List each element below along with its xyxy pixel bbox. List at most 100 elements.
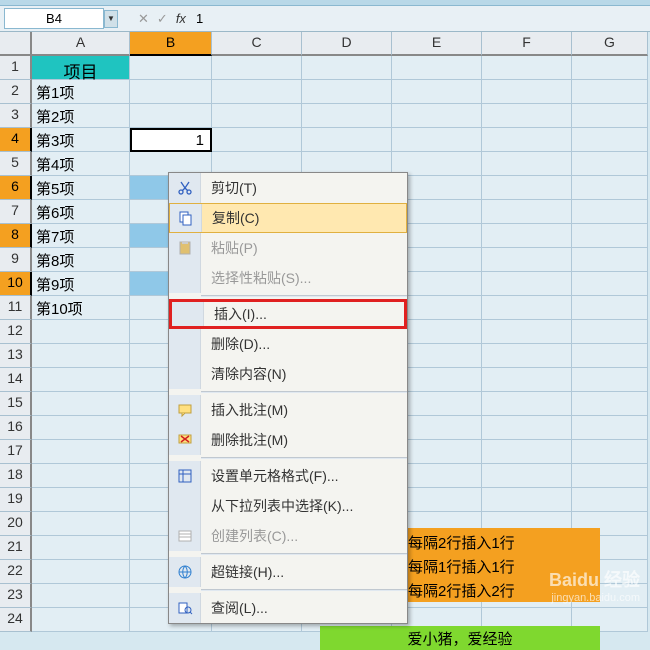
- menu-dropdown-list[interactable]: 从下拉列表中选择(K)...: [169, 491, 407, 521]
- cell[interactable]: 1: [130, 128, 212, 152]
- row-header[interactable]: 9: [0, 248, 32, 272]
- col-header-c[interactable]: C: [212, 32, 302, 56]
- cell[interactable]: [32, 560, 130, 584]
- cell[interactable]: [302, 56, 392, 80]
- cell[interactable]: [32, 584, 130, 608]
- cell[interactable]: [302, 104, 392, 128]
- fx-label[interactable]: fx: [176, 11, 186, 26]
- cell[interactable]: [212, 104, 302, 128]
- row-header[interactable]: 13: [0, 344, 32, 368]
- cell[interactable]: [482, 464, 572, 488]
- menu-lookup[interactable]: 查阅(L)...: [169, 593, 407, 623]
- cell[interactable]: [572, 344, 648, 368]
- cell[interactable]: [482, 440, 572, 464]
- cell[interactable]: [572, 56, 648, 80]
- row-header[interactable]: 5: [0, 152, 32, 176]
- row-header[interactable]: 14: [0, 368, 32, 392]
- cell[interactable]: [482, 56, 572, 80]
- cell[interactable]: [572, 368, 648, 392]
- formula-input[interactable]: [186, 9, 650, 28]
- row-header[interactable]: 21: [0, 536, 32, 560]
- row-header[interactable]: 24: [0, 608, 32, 632]
- cell[interactable]: [482, 80, 572, 104]
- row-header[interactable]: 16: [0, 416, 32, 440]
- cell[interactable]: 第4项: [32, 152, 130, 176]
- col-header-e[interactable]: E: [392, 32, 482, 56]
- cell[interactable]: [212, 128, 302, 152]
- cell[interactable]: [32, 512, 130, 536]
- row-header[interactable]: 23: [0, 584, 32, 608]
- cell[interactable]: 第8项: [32, 248, 130, 272]
- row-header[interactable]: 20: [0, 512, 32, 536]
- cell[interactable]: [212, 80, 302, 104]
- cell[interactable]: [482, 320, 572, 344]
- cell[interactable]: 第9项: [32, 272, 130, 296]
- cell[interactable]: [572, 248, 648, 272]
- cell[interactable]: [572, 488, 648, 512]
- col-header-f[interactable]: F: [482, 32, 572, 56]
- cell[interactable]: [572, 200, 648, 224]
- row-header[interactable]: 2: [0, 80, 32, 104]
- menu-format-cells[interactable]: 设置单元格格式(F)...: [169, 461, 407, 491]
- cell[interactable]: [572, 392, 648, 416]
- cell[interactable]: [572, 416, 648, 440]
- cell[interactable]: 第3项: [32, 128, 130, 152]
- cell[interactable]: [482, 296, 572, 320]
- cell[interactable]: [482, 248, 572, 272]
- cell[interactable]: [572, 152, 648, 176]
- name-box[interactable]: B4: [4, 8, 104, 29]
- row-header[interactable]: 11: [0, 296, 32, 320]
- cell[interactable]: [392, 80, 482, 104]
- cell[interactable]: 第5项: [32, 176, 130, 200]
- menu-insert[interactable]: 插入(I)...: [169, 299, 407, 329]
- cell[interactable]: 第2项: [32, 104, 130, 128]
- menu-insert-comment[interactable]: 插入批注(M): [169, 395, 407, 425]
- cell[interactable]: [392, 104, 482, 128]
- cell[interactable]: [392, 128, 482, 152]
- row-header[interactable]: 18: [0, 464, 32, 488]
- menu-delete[interactable]: 删除(D)...: [169, 329, 407, 359]
- col-header-a[interactable]: A: [32, 32, 130, 56]
- cell[interactable]: [32, 464, 130, 488]
- cell[interactable]: [482, 272, 572, 296]
- cell[interactable]: [302, 128, 392, 152]
- cell[interactable]: [482, 392, 572, 416]
- cell[interactable]: [212, 56, 302, 80]
- name-box-dropdown[interactable]: ▼: [104, 10, 118, 28]
- cell[interactable]: [32, 344, 130, 368]
- col-header-b[interactable]: B: [130, 32, 212, 56]
- cell[interactable]: [32, 320, 130, 344]
- cell[interactable]: 第7项: [32, 224, 130, 248]
- cell[interactable]: [482, 416, 572, 440]
- cell[interactable]: 第10项: [32, 296, 130, 320]
- cell[interactable]: [130, 56, 212, 80]
- cell[interactable]: [572, 440, 648, 464]
- row-header[interactable]: 7: [0, 200, 32, 224]
- cell[interactable]: [482, 128, 572, 152]
- cell[interactable]: 第1项: [32, 80, 130, 104]
- row-header[interactable]: 19: [0, 488, 32, 512]
- cell[interactable]: 项目: [32, 56, 130, 80]
- cell[interactable]: [572, 272, 648, 296]
- cell[interactable]: [572, 176, 648, 200]
- col-header-g[interactable]: G: [572, 32, 648, 56]
- row-header[interactable]: 4: [0, 128, 32, 152]
- cell[interactable]: [32, 440, 130, 464]
- cell[interactable]: [482, 368, 572, 392]
- cell[interactable]: 第6项: [32, 200, 130, 224]
- cell[interactable]: [32, 536, 130, 560]
- cell[interactable]: [572, 80, 648, 104]
- row-header[interactable]: 22: [0, 560, 32, 584]
- cell[interactable]: [572, 104, 648, 128]
- row-header[interactable]: 10: [0, 272, 32, 296]
- menu-hyperlink[interactable]: 超链接(H)...: [169, 557, 407, 587]
- cell[interactable]: [302, 80, 392, 104]
- row-header[interactable]: 8: [0, 224, 32, 248]
- cell[interactable]: [482, 344, 572, 368]
- col-header-d[interactable]: D: [302, 32, 392, 56]
- cell[interactable]: [130, 104, 212, 128]
- row-header[interactable]: 3: [0, 104, 32, 128]
- cell[interactable]: [32, 416, 130, 440]
- cell[interactable]: [482, 200, 572, 224]
- cell[interactable]: [572, 320, 648, 344]
